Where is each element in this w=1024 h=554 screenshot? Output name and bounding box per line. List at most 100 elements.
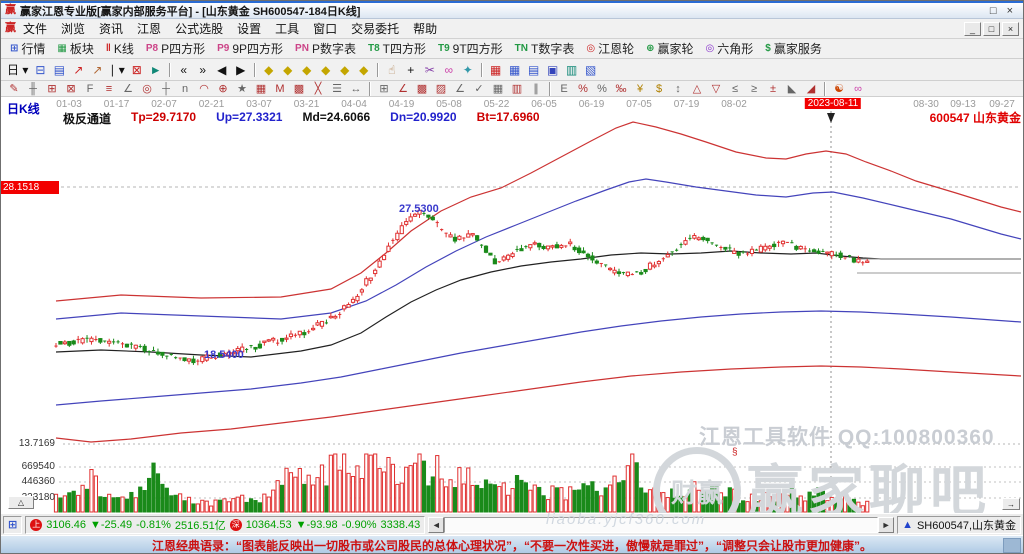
- menu-窗口[interactable]: 窗口: [306, 18, 344, 39]
- toolbar-quotes[interactable]: ⊞ 行情: [5, 40, 50, 58]
- calculator-icon[interactable]: ▦: [506, 61, 524, 79]
- pencil-tool[interactable]: ✎: [5, 82, 23, 96]
- tri-down-tool[interactable]: ▽: [707, 82, 725, 96]
- menu-江恩[interactable]: 江恩: [130, 18, 168, 39]
- gann-fan-tool[interactable]: ∠: [394, 82, 412, 96]
- menu-交易委托[interactable]: 交易委托: [344, 18, 406, 39]
- first-page-icon[interactable]: «: [175, 61, 193, 79]
- band-tool[interactable]: ▥: [508, 82, 526, 96]
- dense-grid-tool[interactable]: ▩: [413, 82, 431, 96]
- save-icon[interactable]: ▣: [544, 61, 562, 79]
- square-grid-tool[interactable]: ▦: [489, 82, 507, 96]
- hand-tool-icon[interactable]: ☝: [383, 61, 401, 79]
- hrange-tool[interactable]: ↔: [347, 82, 365, 96]
- chart-style-icon[interactable]: ⊟: [31, 61, 49, 79]
- corner2-tool[interactable]: ◢: [802, 82, 820, 96]
- scroll-right-arrow[interactable]: ►: [878, 516, 895, 533]
- last-page-icon[interactable]: »: [194, 61, 212, 79]
- prev-bar-icon[interactable]: ◀: [213, 61, 231, 79]
- info-view-icon[interactable]: ▤: [50, 61, 68, 79]
- period-day-dropdown[interactable]: 日 ▾: [5, 61, 30, 79]
- gte-tool[interactable]: ≥: [745, 82, 763, 96]
- toolbar-gann-wheel[interactable]: ◎ 江恩轮: [581, 40, 639, 58]
- permille-tool[interactable]: ‰: [612, 82, 630, 96]
- play-icon[interactable]: ►: [147, 61, 165, 79]
- fan-grid-tool[interactable]: ╳: [309, 82, 327, 96]
- toolbar-t-table[interactable]: TN T数字表: [510, 40, 580, 58]
- circle-tool[interactable]: ◎: [138, 82, 156, 96]
- chart-scroll-right-button[interactable]: →: [1002, 498, 1020, 510]
- volume-expand-button[interactable]: △: [8, 496, 34, 509]
- gold-dollar-tool[interactable]: $: [650, 82, 668, 96]
- mdi-restore-button[interactable]: □: [983, 21, 1000, 36]
- menu-设置[interactable]: 设置: [230, 18, 268, 39]
- multi-window-icon[interactable]: ⊠: [128, 61, 146, 79]
- glasses-icon[interactable]: ∞: [440, 61, 458, 79]
- menu-公式选股[interactable]: 公式选股: [168, 18, 230, 39]
- diamond-tool-2[interactable]: ◆: [279, 61, 297, 79]
- parallel-tool[interactable]: ∥: [527, 82, 545, 96]
- toolbar-hexagon[interactable]: ◎ 六角形: [701, 40, 759, 58]
- crosshair-tool-icon[interactable]: +: [402, 61, 420, 79]
- target-tool[interactable]: ⊕: [214, 82, 232, 96]
- toolbar-sectors[interactable]: ▦ 板块: [52, 40, 98, 58]
- mail-icon[interactable]: ▧: [582, 61, 600, 79]
- e-tool[interactable]: E: [555, 82, 573, 96]
- cross-grid-tool[interactable]: ┼: [157, 82, 175, 96]
- diamond-tool-3[interactable]: ◆: [298, 61, 316, 79]
- n2-tool[interactable]: n: [176, 82, 194, 96]
- toolbar-p-square[interactable]: P8 P四方形: [141, 40, 210, 58]
- scroll-left-arrow[interactable]: ◄: [428, 516, 445, 533]
- percent-red-tool[interactable]: %: [574, 82, 592, 96]
- diamond-tool-5[interactable]: ◆: [336, 61, 354, 79]
- angle-tool[interactable]: ∠: [119, 82, 137, 96]
- bars-tool[interactable]: ☰: [328, 82, 346, 96]
- menu-浏览[interactable]: 浏览: [54, 18, 92, 39]
- statusbar-grid-cell[interactable]: ⊞: [3, 515, 23, 534]
- bar-chart-icon[interactable]: ↗: [88, 61, 106, 79]
- shade-grid-tool[interactable]: ▩: [290, 82, 308, 96]
- level-tool[interactable]: ≡: [100, 82, 118, 96]
- gann-box2-tool[interactable]: ⊠: [62, 82, 80, 96]
- f-tool[interactable]: F: [81, 82, 99, 96]
- period-label[interactable]: 日K线: [7, 100, 40, 117]
- toolbar-9t-square[interactable]: T9 9T四方形: [433, 40, 508, 58]
- window-tool[interactable]: ⊞: [375, 82, 393, 96]
- lte-tool[interactable]: ≤: [726, 82, 744, 96]
- toolbar-winner-wheel[interactable]: ⊕ 赢家轮: [641, 40, 698, 58]
- corner1-tool[interactable]: ◣: [783, 82, 801, 96]
- mdi-minimize-button[interactable]: _: [964, 21, 981, 36]
- footer-scroll-thumb[interactable]: [1003, 538, 1021, 553]
- toolbar-t-square[interactable]: T8 T四方形: [363, 40, 431, 58]
- arc-tool[interactable]: ◠: [195, 82, 213, 96]
- next-bar-icon[interactable]: ▶: [232, 61, 250, 79]
- angle2-tool[interactable]: ∠: [451, 82, 469, 96]
- m-tool[interactable]: M: [271, 82, 289, 96]
- menu-帮助[interactable]: 帮助: [406, 18, 444, 39]
- toolbar-kline[interactable]: ‖ K线: [101, 40, 139, 58]
- diamond-tool-4[interactable]: ◆: [317, 61, 335, 79]
- line-chart-icon[interactable]: ↗: [69, 61, 87, 79]
- calendar-icon[interactable]: ▦: [487, 61, 505, 79]
- gold-yen-tool[interactable]: ¥: [631, 82, 649, 96]
- gann-box-tool[interactable]: ⊞: [43, 82, 61, 96]
- window-close-button[interactable]: ×: [1007, 5, 1013, 17]
- vrange-tool[interactable]: ↕: [669, 82, 687, 96]
- vgrid-tool[interactable]: ╫: [24, 82, 42, 96]
- diamond-tool-1[interactable]: ◆: [260, 61, 278, 79]
- menu-资讯[interactable]: 资讯: [92, 18, 130, 39]
- plusminus-tool[interactable]: ±: [764, 82, 782, 96]
- mdi-close-button[interactable]: ×: [1002, 21, 1019, 36]
- check-tool[interactable]: ✓: [470, 82, 488, 96]
- menu-工具[interactable]: 工具: [268, 18, 306, 39]
- toolbar-9p-square[interactable]: P9 9P四方形: [212, 40, 288, 58]
- star-tool[interactable]: ★: [233, 82, 251, 96]
- diamond-tool-6[interactable]: ◆: [355, 61, 373, 79]
- infinity-icon[interactable]: ∞: [849, 82, 867, 96]
- window-restore-button[interactable]: □: [990, 5, 997, 17]
- scissors-icon[interactable]: ✂: [421, 61, 439, 79]
- taiji-icon[interactable]: ☯: [830, 82, 848, 96]
- flower-icon[interactable]: ✦: [459, 61, 477, 79]
- candle-style-dropdown[interactable]: ∣ ▾: [107, 61, 126, 79]
- grid-tool[interactable]: ▦: [252, 82, 270, 96]
